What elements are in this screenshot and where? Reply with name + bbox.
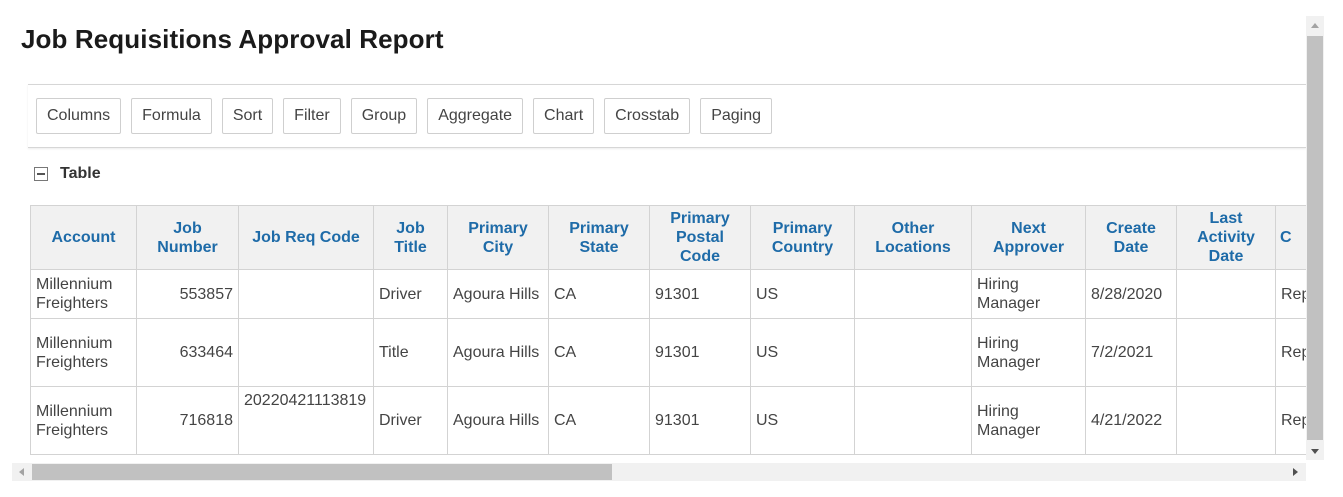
scroll-right-arrow-icon[interactable] bbox=[1293, 468, 1298, 476]
report-table: Account Job Number Job Req Code Job Titl… bbox=[30, 205, 1306, 455]
table-row: Millennium Freighters 716818 20220421113… bbox=[30, 386, 1306, 455]
cell-job-number: 633464 bbox=[136, 318, 239, 387]
aggregate-button[interactable]: Aggregate bbox=[427, 98, 524, 134]
cell-create-date: 8/28/2020 bbox=[1085, 269, 1177, 319]
cell-truncated: Rep Job bbox=[1275, 318, 1306, 387]
group-button[interactable]: Group bbox=[350, 98, 418, 134]
column-header-create-date[interactable]: Create Date bbox=[1085, 205, 1177, 270]
report-table-container: Account Job Number Job Req Code Job Titl… bbox=[30, 205, 1306, 460]
cell-primary-postal-code: 91301 bbox=[649, 269, 751, 319]
cell-next-approver: Hiring Manager bbox=[971, 386, 1086, 455]
cell-other-locations bbox=[854, 269, 972, 319]
chart-button[interactable]: Chart bbox=[533, 98, 595, 134]
column-header-job-number[interactable]: Job Number bbox=[136, 205, 239, 270]
cell-account: Millennium Freighters bbox=[30, 318, 137, 387]
filter-button[interactable]: Filter bbox=[283, 98, 341, 134]
cell-job-title: Driver bbox=[373, 269, 448, 319]
scroll-left-arrow-icon[interactable] bbox=[19, 468, 24, 476]
column-header-job-req-code[interactable]: Job Req Code bbox=[238, 205, 374, 270]
cell-primary-country: US bbox=[750, 318, 855, 387]
cell-job-number: 553857 bbox=[136, 269, 239, 319]
column-header-truncated[interactable]: C bbox=[1275, 205, 1306, 270]
cell-account: Millennium Freighters bbox=[30, 269, 137, 319]
cell-job-number: 716818 bbox=[136, 386, 239, 455]
column-header-other-locations[interactable]: Other Locations bbox=[854, 205, 972, 270]
scroll-down-arrow-icon[interactable] bbox=[1311, 449, 1319, 454]
column-header-primary-country[interactable]: Primary Country bbox=[750, 205, 855, 270]
table-header-row: Account Job Number Job Req Code Job Titl… bbox=[30, 205, 1306, 270]
paging-button[interactable]: Paging bbox=[700, 98, 773, 134]
cell-job-req-code bbox=[238, 318, 374, 387]
cell-primary-city: Agoura Hills bbox=[447, 318, 549, 387]
table-row: Millennium Freighters 553857 Driver Agou… bbox=[30, 269, 1306, 319]
section-label: Table bbox=[60, 165, 101, 182]
scroll-up-arrow-icon[interactable] bbox=[1311, 23, 1319, 28]
cell-truncated: Rep Job bbox=[1275, 269, 1306, 319]
column-header-primary-state[interactable]: Primary State bbox=[548, 205, 650, 270]
report-toolbar: Columns Formula Sort Filter Group Aggreg… bbox=[28, 84, 1306, 148]
cell-primary-state: CA bbox=[548, 269, 650, 319]
cell-next-approver: Hiring Manager bbox=[971, 318, 1086, 387]
sort-button[interactable]: Sort bbox=[221, 98, 274, 134]
column-header-primary-city[interactable]: Primary City bbox=[447, 205, 549, 270]
page-title: Job Requisitions Approval Report bbox=[21, 24, 444, 54]
columns-button[interactable]: Columns bbox=[36, 98, 122, 134]
cell-create-date: 7/2/2021 bbox=[1085, 318, 1177, 387]
cell-last-activity-date bbox=[1176, 318, 1276, 387]
cell-primary-postal-code: 91301 bbox=[649, 318, 751, 387]
crosstab-button[interactable]: Crosstab bbox=[604, 98, 691, 134]
column-header-last-activity-date[interactable]: Last Activity Date bbox=[1176, 205, 1276, 270]
cell-other-locations bbox=[854, 318, 972, 387]
cell-last-activity-date bbox=[1176, 269, 1276, 319]
cell-account: Millennium Freighters bbox=[30, 386, 137, 455]
cell-job-title: Title bbox=[373, 318, 448, 387]
vertical-scroll-thumb[interactable] bbox=[1307, 36, 1323, 440]
table-row: Millennium Freighters 633464 Title Agour… bbox=[30, 318, 1306, 387]
collapse-minus-icon[interactable] bbox=[34, 167, 48, 181]
column-header-primary-postal-code[interactable]: Primary Postal Code bbox=[649, 205, 751, 270]
column-header-job-title[interactable]: Job Title bbox=[373, 205, 448, 270]
cell-primary-country: US bbox=[750, 386, 855, 455]
cell-primary-state: CA bbox=[548, 386, 650, 455]
horizontal-scrollbar[interactable] bbox=[12, 463, 1306, 481]
cell-primary-city: Agoura Hills bbox=[447, 386, 549, 455]
cell-job-req-code bbox=[238, 269, 374, 319]
cell-primary-country: US bbox=[750, 269, 855, 319]
cell-primary-city: Agoura Hills bbox=[447, 269, 549, 319]
cell-primary-postal-code: 91301 bbox=[649, 386, 751, 455]
column-header-account[interactable]: Account bbox=[30, 205, 137, 270]
column-header-next-approver[interactable]: Next Approver bbox=[971, 205, 1086, 270]
formula-button[interactable]: Formula bbox=[131, 98, 212, 134]
horizontal-scroll-thumb[interactable] bbox=[32, 464, 612, 480]
cell-primary-state: CA bbox=[548, 318, 650, 387]
table-section-header[interactable]: Table bbox=[34, 163, 101, 185]
cell-job-title: Driver bbox=[373, 386, 448, 455]
cell-last-activity-date bbox=[1176, 386, 1276, 455]
cell-job-req-code: 20220421113819 bbox=[238, 386, 374, 455]
cell-create-date: 4/21/2022 bbox=[1085, 386, 1177, 455]
vertical-scrollbar[interactable] bbox=[1306, 16, 1324, 460]
cell-other-locations bbox=[854, 386, 972, 455]
cell-next-approver: Hiring Manager bbox=[971, 269, 1086, 319]
cell-truncated: Rep Job bbox=[1275, 386, 1306, 455]
